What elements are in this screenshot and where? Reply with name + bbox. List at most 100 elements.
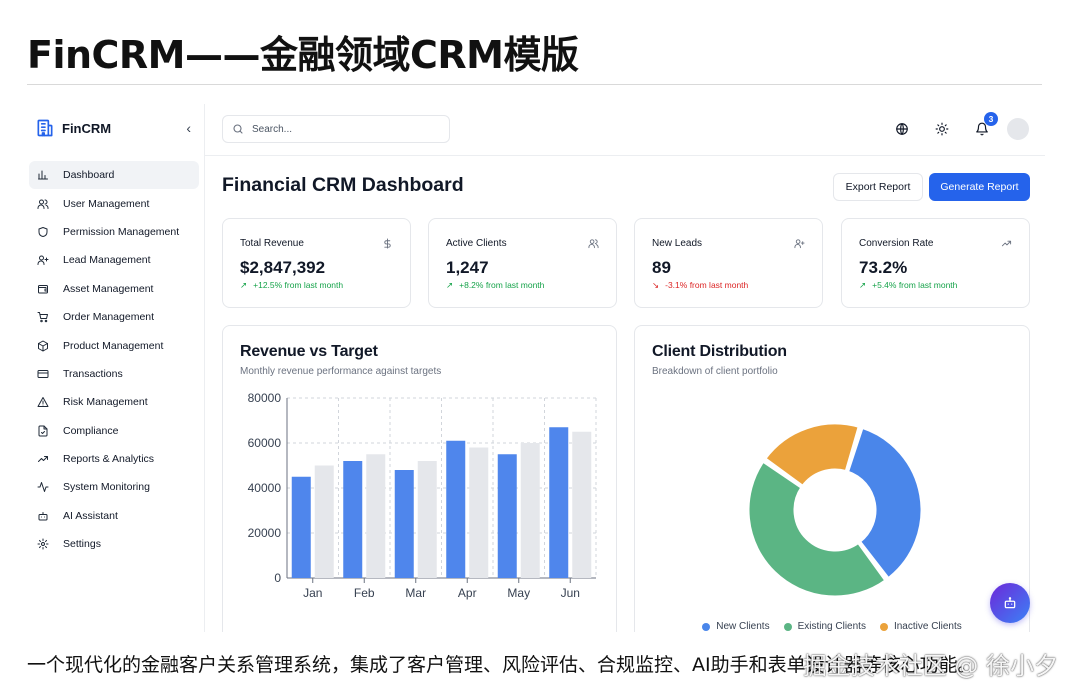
sidebar-item-lead-management[interactable]: Lead Management: [29, 246, 199, 274]
legend-item[interactable]: Inactive Clients: [879, 621, 962, 632]
stat-card: Active Clients 1,247 ↗ +8.2% from last mont…: [428, 218, 617, 308]
bar-target[interactable]: [314, 465, 334, 579]
stat-card: New Leads 89 ↘ -3.1% from last month: [634, 218, 823, 308]
sidebar-item-user-management[interactable]: User Management: [29, 189, 199, 217]
page-title: Financial CRM Dashboard: [222, 174, 464, 196]
search-input[interactable]: [252, 123, 432, 135]
sidebar-item-label: Order Management: [63, 311, 155, 324]
sidebar-item-label: Reports & Analytics: [63, 453, 155, 466]
sidebar-item-label: Dashboard: [63, 169, 115, 182]
bar-target[interactable]: [417, 461, 437, 578]
y-tick-label: 80000: [248, 391, 282, 405]
legend-swatch: [702, 622, 711, 631]
dollar-icon: [384, 238, 391, 249]
trend-up-icon: ↗: [446, 280, 454, 290]
sidebar-item-label: User Management: [63, 197, 150, 210]
sidebar-item-compliance[interactable]: Compliance: [29, 417, 199, 445]
sidebar-nav: Dashboard User Management Permission Manag…: [29, 161, 199, 558]
article-title: FinCRM——金融领域CRM模版: [27, 33, 579, 77]
legend-swatch: [783, 622, 792, 631]
stat-value: $2,847,392: [240, 258, 326, 277]
legend-label: Existing Clients: [797, 621, 866, 632]
search-icon: [233, 124, 243, 134]
generate-report-button[interactable]: Generate Report: [929, 173, 1030, 201]
brand-name: FinCRM: [62, 120, 112, 136]
sun-icon[interactable]: [935, 122, 949, 136]
user-plus-icon: [37, 255, 49, 266]
sidebar-item-order-management[interactable]: Order Management: [29, 303, 199, 331]
legend-swatch: [879, 622, 888, 631]
globe-icon[interactable]: [895, 122, 909, 136]
stat-value: 1,247: [446, 258, 489, 277]
bar-target[interactable]: [366, 454, 386, 578]
stat-delta: ↘ -3.1% from last month: [652, 280, 748, 291]
sidebar-item-label: Risk Management: [63, 396, 148, 409]
revenue-chart-card: Revenue vs Target Monthly revenue perfor…: [222, 325, 617, 632]
main-content: 3 Financial CRM Dashboard Export Report …: [205, 104, 1045, 632]
y-tick-label: 60000: [248, 436, 282, 450]
stat-value: 89: [652, 258, 671, 277]
activity-icon: [37, 482, 49, 493]
stat-title: Conversion Rate: [859, 238, 934, 249]
sidebar-item-reports-analytics[interactable]: Reports & Analytics: [29, 445, 199, 473]
avatar[interactable]: [1007, 118, 1029, 140]
search-box[interactable]: [222, 115, 450, 143]
sidebar-item-risk-management[interactable]: Risk Management: [29, 388, 199, 416]
sidebar-item-dashboard[interactable]: Dashboard: [29, 161, 199, 190]
bar-revenue[interactable]: [394, 470, 414, 578]
shield-icon: [38, 226, 48, 237]
legend-item[interactable]: New Clients: [702, 621, 770, 632]
sidebar-item-permission-management[interactable]: Permission Management: [29, 218, 199, 246]
sidebar-item-system-monitoring[interactable]: System Monitoring: [29, 473, 199, 501]
sidebar-item-transactions[interactable]: Transactions: [29, 360, 199, 388]
trending-up-icon: [1001, 240, 1012, 247]
legend-label: New Clients: [716, 621, 770, 632]
bar-target[interactable]: [469, 447, 489, 579]
x-tick-label: Jan: [303, 586, 322, 600]
bar-revenue[interactable]: [497, 454, 517, 578]
x-tick-label: Jun: [561, 586, 580, 600]
chart-subtitle: Monthly revenue performance against targ…: [240, 366, 442, 377]
chart-title: Client Distribution: [652, 343, 787, 360]
bar-target[interactable]: [572, 431, 592, 578]
stat-delta-text: -3.1% from last month: [665, 280, 749, 290]
sidebar-item-label: System Monitoring: [63, 481, 150, 494]
top-bar: 3: [205, 104, 1045, 156]
stat-delta: ↗ +8.2% from last month: [446, 280, 544, 291]
gear-icon: [37, 538, 49, 550]
bar-revenue[interactable]: [291, 476, 311, 578]
sidebar-item-ai-assistant[interactable]: AI Assistant: [29, 502, 199, 530]
chart-legend: New Clients Existing Clients Inactive Clie…: [635, 621, 1029, 632]
users-icon: [588, 239, 599, 249]
chart-subtitle: Breakdown of client portfolio: [652, 366, 778, 377]
stat-delta-text: +8.2% from last month: [459, 280, 545, 290]
sidebar-item-asset-management[interactable]: Asset Management: [29, 275, 199, 303]
client-distribution-card: Client Distribution Breakdown of client …: [634, 325, 1030, 632]
stat-delta: ↗ +12.5% from last month: [240, 280, 343, 291]
sidebar-item-label: Asset Management: [63, 282, 154, 295]
sidebar-item-product-management[interactable]: Product Management: [29, 331, 199, 359]
stat-value: 73.2%: [859, 258, 908, 277]
bar-revenue[interactable]: [446, 440, 466, 578]
stat-delta: ↗ +5.4% from last month: [859, 280, 957, 291]
sidebar: FinCRM ‹ Dashboard User Management Permiss…: [27, 104, 205, 632]
legend-item[interactable]: Existing Clients: [783, 621, 866, 632]
bar-chart-icon: [38, 170, 48, 180]
sidebar-item-settings[interactable]: Settings: [29, 530, 199, 558]
collapse-sidebar-button[interactable]: ‹: [186, 120, 197, 136]
bot-icon: [38, 511, 48, 521]
alert-triangle-icon: [37, 397, 49, 408]
stat-delta-text: +5.4% from last month: [872, 280, 958, 290]
bar-target[interactable]: [520, 443, 540, 578]
ai-assistant-button[interactable]: [990, 583, 1030, 623]
x-tick-label: May: [507, 586, 530, 600]
bar-revenue[interactable]: [343, 461, 363, 578]
legend-label: Inactive Clients: [893, 621, 962, 632]
brand: FinCRM ‹: [35, 116, 197, 140]
export-report-button[interactable]: Export Report: [833, 173, 923, 201]
file-check-icon: [38, 425, 48, 437]
stat-card: Conversion Rate 73.2% ↗ +5.4% from last mon…: [841, 218, 1030, 308]
trending-up-icon: [38, 456, 48, 463]
bar-revenue[interactable]: [549, 427, 569, 578]
trend-down-icon: ↘: [652, 280, 660, 290]
